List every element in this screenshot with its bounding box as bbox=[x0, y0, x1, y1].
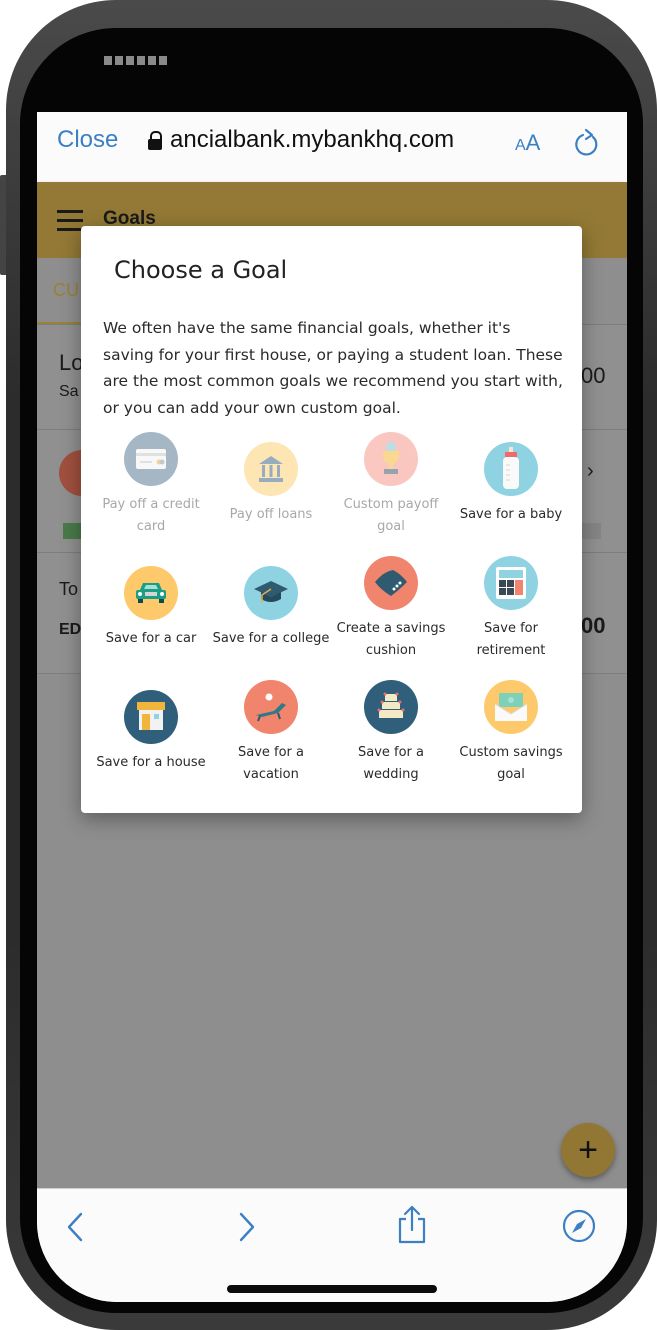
goal-label: Create a savings cushion bbox=[336, 621, 446, 658]
goal-label: Save for a college bbox=[212, 631, 330, 646]
trophy-icon bbox=[364, 432, 418, 486]
house-icon bbox=[124, 690, 178, 744]
goal-label: Save for a baby bbox=[459, 507, 563, 522]
lock-icon bbox=[148, 131, 162, 150]
cushion-icon bbox=[364, 556, 418, 610]
goal-label: Save for a vacation bbox=[237, 745, 304, 782]
dialog-description: We often have the same financial goals, … bbox=[103, 319, 563, 417]
browser-top-bar: Close ancialbank.mybankhq.com AA bbox=[37, 112, 627, 182]
goal-label: Custom savings goal bbox=[459, 745, 563, 782]
goal-pay-off-credit-card[interactable]: Pay off a credit card bbox=[91, 432, 211, 556]
back-icon[interactable] bbox=[65, 1211, 87, 1243]
goal-label: Save for a house bbox=[96, 755, 206, 770]
add-goal-button[interactable]: + bbox=[561, 1123, 615, 1177]
goal-custom-savings[interactable]: Custom savings goal bbox=[451, 680, 571, 804]
close-button[interactable]: Close bbox=[57, 126, 118, 154]
goal-custom-payoff[interactable]: Custom payoff goal bbox=[331, 432, 451, 556]
goal-label: Save for a car bbox=[105, 631, 197, 646]
reload-icon[interactable] bbox=[573, 128, 601, 158]
goals-grid: Pay off a credit card Pay off loans Cust… bbox=[91, 432, 571, 804]
goal-label: Pay off loans bbox=[229, 507, 313, 522]
goal-pay-off-loans[interactable]: Pay off loans bbox=[211, 432, 331, 556]
goal-label: Pay off a credit card bbox=[102, 497, 200, 534]
dialog-title: Choose a Goal bbox=[114, 256, 288, 284]
totals-amount: 00 bbox=[581, 613, 606, 638]
totals-sub: ED bbox=[59, 621, 82, 638]
goal-save-for-car[interactable]: Save for a car bbox=[91, 556, 211, 680]
beach-chair-icon bbox=[244, 680, 298, 734]
car-icon bbox=[124, 566, 178, 620]
compass-icon[interactable] bbox=[562, 1209, 596, 1243]
card-amount: 00 bbox=[581, 363, 606, 388]
choose-goal-dialog: Choose a Goal We often have the same fin… bbox=[81, 226, 582, 813]
totals-label: To bbox=[59, 579, 79, 599]
goal-create-savings-cushion[interactable]: Create a savings cushion bbox=[331, 556, 451, 680]
forward-icon[interactable] bbox=[235, 1211, 257, 1243]
url-text: ancialbank.mybankhq.com bbox=[170, 126, 455, 153]
text-size-button[interactable]: AA bbox=[515, 130, 540, 156]
goal-save-for-vacation[interactable]: Save for a vacation bbox=[211, 680, 331, 804]
baby-bottle-icon bbox=[484, 442, 538, 496]
goal-label: Custom payoff goal bbox=[343, 497, 439, 534]
money-envelope-icon bbox=[484, 680, 538, 734]
graduation-cap-icon bbox=[244, 566, 298, 620]
goal-save-for-wedding[interactable]: Save for a wedding bbox=[331, 680, 451, 804]
menu-icon[interactable] bbox=[57, 210, 83, 237]
url-field[interactable]: ancialbank.mybankhq.com bbox=[148, 126, 454, 154]
tab-current[interactable]: CU bbox=[53, 280, 79, 301]
bank-building-icon bbox=[244, 442, 298, 496]
home-indicator bbox=[227, 1285, 437, 1293]
speaker-grille bbox=[104, 56, 167, 65]
goal-save-for-retirement[interactable]: Save for retirement bbox=[451, 556, 571, 680]
wedding-cake-icon bbox=[364, 680, 418, 734]
goal-save-for-baby[interactable]: Save for a baby bbox=[451, 432, 571, 556]
chevron-right-icon[interactable]: › bbox=[587, 460, 594, 483]
goal-label: Save for retirement bbox=[476, 621, 546, 658]
goal-save-for-house[interactable]: Save for a house bbox=[91, 680, 211, 804]
share-icon[interactable] bbox=[396, 1205, 428, 1245]
card-title: Lo bbox=[59, 350, 84, 375]
calculator-icon bbox=[484, 556, 538, 610]
goal-label: Save for a wedding bbox=[357, 745, 424, 782]
credit-card-icon bbox=[124, 432, 178, 486]
card-subtitle: Sa bbox=[59, 383, 79, 400]
goal-save-for-college[interactable]: Save for a college bbox=[211, 556, 331, 680]
